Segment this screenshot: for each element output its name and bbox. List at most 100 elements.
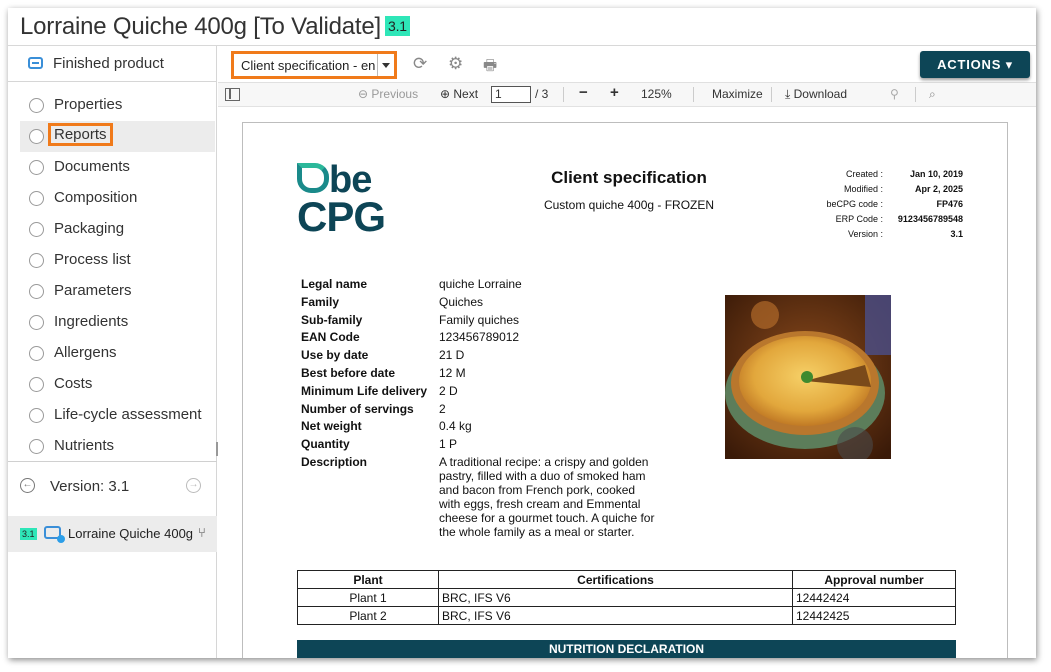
search-icon[interactable]: ⌕: [929, 87, 936, 102]
attachment-icon[interactable]: ⚲: [890, 87, 899, 101]
product-version-item[interactable]: 3.1 Lorraine Quiche 400g ⑂: [8, 516, 217, 552]
property-row: Minimum Life delivery 2 D: [301, 384, 681, 402]
sidebar-item-documents[interactable]: Documents: [20, 152, 215, 183]
meta-key: beCPG code :: [826, 199, 883, 209]
sidebar-item-ingredients[interactable]: Ingredients: [20, 307, 215, 338]
sidebar-item-properties[interactable]: Properties: [20, 90, 215, 121]
property-row: Number of servings 2: [301, 402, 681, 420]
next-label: Next: [453, 87, 479, 101]
table-header-row: Plant Certifications Approval number: [297, 570, 956, 589]
sidebar-item-process-list[interactable]: Process list: [20, 245, 215, 276]
sidebar-item-label: Costs: [54, 375, 93, 392]
document-page: be CPG Client specification Custom quich…: [242, 122, 1008, 658]
table-row: Plant 2 BRC, IFS V6 12442425: [297, 606, 956, 625]
previous-version-icon[interactable]: ←: [20, 478, 35, 493]
radio-icon[interactable]: [29, 346, 44, 361]
property-value: A traditional recipe: a crispy and golde…: [439, 454, 655, 539]
property-row: Legal name quiche Lorraine: [301, 277, 681, 295]
property-value: 0.4 kg: [439, 419, 472, 434]
property-value: 2 D: [439, 383, 458, 398]
sidebar-item-label: Composition: [54, 189, 138, 206]
sidebar-item-parameters[interactable]: Parameters: [20, 276, 215, 307]
property-value: 2: [439, 401, 446, 416]
column-header: Plant: [297, 570, 439, 589]
radio-icon[interactable]: [29, 439, 44, 454]
zoom-in-icon[interactable]: +: [610, 84, 619, 101]
report-select-value: Client specification - en: [241, 58, 376, 73]
radio-icon[interactable]: [29, 222, 44, 237]
table-cell: Plant 1: [297, 588, 439, 607]
property-key: Legal name: [301, 277, 368, 291]
radio-icon[interactable]: [29, 315, 44, 330]
document-meta: Created : Jan 10, 2019 Modified : Apr 2, 2…: [783, 169, 963, 244]
divider: [771, 87, 772, 102]
table-cell: BRC, IFS V6: [438, 588, 793, 607]
page-title-text: Lorraine Quiche 400g [To Validate]: [20, 13, 381, 40]
sidebar-item-costs[interactable]: Costs: [20, 369, 215, 400]
refresh-icon[interactable]: ⟳: [413, 54, 427, 74]
divider: [693, 87, 694, 102]
property-value: 1 P: [439, 437, 458, 452]
sidebar-item-allergens[interactable]: Allergens: [20, 338, 215, 369]
sidebar-item-label: Allergens: [54, 344, 117, 361]
meta-key: Created :: [845, 169, 883, 179]
sidebar-item-reports[interactable]: Reports: [20, 121, 215, 152]
maximize-button[interactable]: Maximize: [712, 87, 763, 101]
previous-button[interactable]: ⊖ Previous: [358, 87, 418, 101]
page-title: Lorraine Quiche 400g [To Validate] 3.1: [20, 13, 410, 41]
radio-icon[interactable]: [29, 408, 44, 423]
property-row: EAN Code 123456789012: [301, 330, 681, 348]
document-viewer[interactable]: be CPG Client specification Custom quich…: [218, 107, 1036, 658]
radio-icon[interactable]: [29, 284, 44, 299]
sidebar-item-composition[interactable]: Composition: [20, 183, 215, 214]
radio-icon[interactable]: [29, 253, 44, 268]
plants-table: Plant Certifications Approval number Pla…: [297, 570, 956, 625]
property-row: Best before date 12 M: [301, 366, 681, 384]
property-row: Family Quiches: [301, 295, 681, 313]
next-button[interactable]: ⊕ Next: [440, 87, 478, 101]
meta-row: Modified : Apr 2, 2025: [783, 184, 963, 199]
logo-text-bottom: CPG: [297, 193, 386, 240]
print-icon[interactable]: 🖶: [483, 55, 497, 80]
actions-button[interactable]: ACTIONS ▾: [920, 51, 1030, 78]
property-row: Net weight 0.4 kg: [301, 419, 681, 437]
chevron-down-icon[interactable]: [377, 54, 394, 76]
meta-row: beCPG code : FP476: [783, 199, 963, 214]
sidebar-divider: [8, 461, 217, 462]
meta-value: Apr 2, 2025: [914, 184, 963, 194]
zoom-out-icon[interactable]: −: [579, 84, 588, 101]
radio-icon[interactable]: [29, 129, 44, 144]
radio-icon[interactable]: [29, 98, 44, 113]
gear-icon[interactable]: ⚙: [448, 54, 463, 74]
property-value: 21 D: [439, 348, 465, 363]
sidebar-item-label: Packaging: [54, 220, 125, 237]
becpg-logo: be CPG: [297, 159, 393, 240]
meta-row: Version : 3.1: [783, 229, 963, 244]
radio-icon[interactable]: [29, 377, 44, 392]
property-row: Sub-family Family quiches: [301, 313, 681, 331]
product-properties: Legal name quiche Lorraine Family Quiches …: [301, 277, 681, 539]
meta-key: Version :: [847, 229, 883, 239]
property-row: Quantity 1 P: [301, 437, 681, 455]
sidebar-item-label: Nutrients: [54, 437, 115, 454]
pdf-toolbar: ⊖ Previous ⊕ Next 1 / 3 − + 125% Maximiz…: [218, 83, 1036, 107]
product-icon: [28, 57, 43, 69]
page-number-input[interactable]: 1: [491, 86, 531, 103]
branch-icon[interactable]: ⑂: [198, 525, 206, 540]
zoom-level[interactable]: 125%: [641, 87, 672, 101]
document-subtitle: Custom quiche 400g - FROZEN: [543, 198, 715, 212]
sidebar-item-label: Properties: [54, 96, 123, 113]
download-button[interactable]: ⤓ Download: [785, 87, 847, 102]
report-select[interactable]: Client specification - en: [231, 51, 397, 79]
sidebar-item-packaging[interactable]: Packaging: [20, 214, 215, 245]
radio-icon[interactable]: [29, 160, 44, 175]
sidebar-item-life-cycle-assessment[interactable]: Life-cycle assessment: [20, 400, 215, 431]
divider: [563, 87, 564, 102]
sidebar-header[interactable]: Finished product: [8, 46, 217, 82]
sidebar-nav: Properties Reports Documents Composition…: [8, 90, 217, 458]
table-cell: 12442425: [792, 606, 956, 625]
sidebar-item-nutrients[interactable]: Nutrients: [20, 431, 215, 458]
radio-icon[interactable]: [29, 191, 44, 206]
sidebar-toggle-icon[interactable]: [225, 88, 240, 101]
next-version-icon[interactable]: →: [186, 478, 201, 493]
